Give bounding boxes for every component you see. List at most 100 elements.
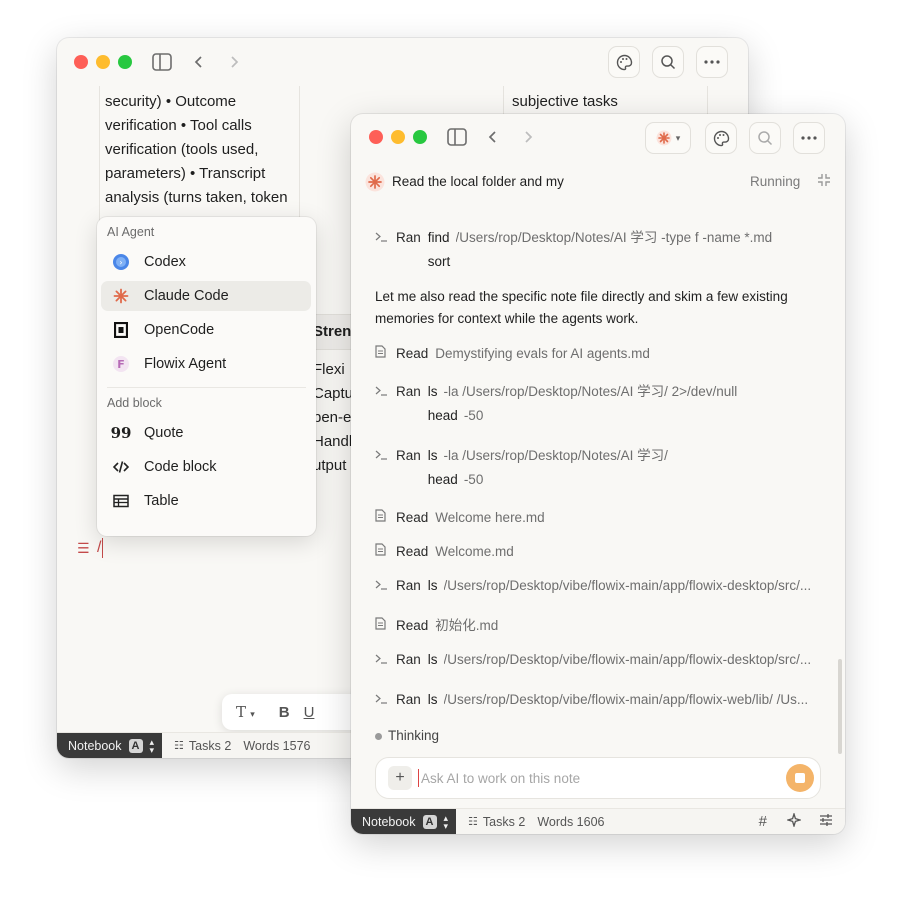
ran-step[interactable]: Ransort (375, 250, 821, 274)
sidebar-toggle-icon[interactable] (446, 126, 468, 148)
minimize-window-button[interactable] (96, 55, 110, 69)
notebook-selector[interactable]: Notebook A ▴ ▾ (57, 732, 163, 758)
ran-step[interactable]: Ran ls -la /Users/rop/Desktop/Notes/AI 学习/ (375, 444, 821, 468)
sparkle-icon[interactable] (785, 811, 803, 830)
claude-icon (111, 286, 131, 306)
step-kind-label: Read (396, 346, 429, 361)
ran-step[interactable]: Ranhead-50 (375, 468, 821, 492)
bold-button[interactable]: B (279, 704, 290, 721)
stop-button[interactable] (786, 764, 814, 792)
underline-button[interactable]: U (304, 704, 315, 721)
ran-step[interactable]: Ran ls/Users/rop/Desktop/vibe/flowix-main… (375, 648, 821, 672)
ran-step[interactable]: Ran ls/Users/rop/Desktop/vibe/flowix-main… (375, 688, 821, 712)
command-name: ls (427, 384, 438, 399)
palette-icon (616, 54, 632, 70)
search-button[interactable] (749, 122, 781, 154)
doc-line: parameters) • Transcript (105, 165, 266, 182)
terminal-icon (375, 574, 389, 598)
menu-item-label: Table (144, 493, 179, 509)
words-count: Words 1606 (537, 814, 605, 829)
palette-button[interactable] (608, 46, 640, 78)
command-args: -50 (463, 408, 484, 423)
chevron-down-icon: ▾ (250, 709, 255, 719)
more-button[interactable] (793, 122, 825, 154)
search-button[interactable] (652, 46, 684, 78)
ran-step[interactable]: Ranhead-50 (375, 404, 821, 428)
codex-icon: › (111, 252, 131, 272)
sliders-icon[interactable] (819, 813, 833, 830)
zoom-window-button[interactable] (118, 55, 132, 69)
back-titlebar (57, 38, 748, 86)
file-name: Welcome here.md (435, 510, 545, 525)
add-attachment-button[interactable]: + (388, 766, 412, 790)
menu-item-claude-code[interactable]: Claude Code (101, 281, 311, 311)
close-window-button[interactable] (74, 55, 88, 69)
more-icon (704, 60, 720, 64)
ran-step[interactable]: Ran find/Users/rop/Desktop/Notes/AI 学习 -t… (375, 226, 821, 250)
notebook-selector[interactable]: Notebook A ▴ ▾ (351, 808, 457, 834)
traffic-lights (74, 55, 132, 69)
close-window-button[interactable] (369, 130, 383, 144)
doc-line: security) • Outcome (105, 93, 237, 110)
command-args: -la /Users/rop/Desktop/Notes/AI 学习/ 2>/d… (443, 384, 738, 399)
read-step[interactable]: Read Welcome here.md (375, 506, 821, 530)
step-kind-label: Ran (396, 230, 421, 245)
table-icon (111, 491, 131, 511)
menu-item-table[interactable]: Table (101, 486, 311, 516)
forward-arrow-icon[interactable] (223, 51, 245, 73)
document-icon (375, 342, 389, 366)
step-kind-label: Ran (396, 384, 421, 399)
task-title: Read the local folder and my (392, 174, 564, 189)
minimize-window-button[interactable] (391, 130, 405, 144)
text-style-icon: T (236, 703, 247, 721)
menu-item-label: Claude Code (144, 288, 229, 304)
zoom-window-button[interactable] (413, 130, 427, 144)
tasks-count[interactable]: ☷ Tasks 2 (468, 815, 525, 829)
command-name: head (427, 408, 458, 423)
command-args: /Users/rop/Desktop/vibe/flowix-main/app/… (443, 692, 809, 707)
claude-icon (656, 130, 672, 146)
command-name: find (427, 230, 450, 245)
back-arrow-icon[interactable] (482, 126, 504, 148)
notebook-badge: A (422, 814, 437, 829)
thinking-indicator: Thinking (375, 724, 821, 748)
block-handle-icon[interactable]: ☰ (77, 540, 90, 557)
back-arrow-icon[interactable] (188, 51, 210, 73)
command-args: /Users/rop/Desktop/Notes/AI 学习 -type f -… (455, 230, 773, 245)
words-count: Words 1576 (243, 738, 311, 753)
menu-item-opencode[interactable]: OpenCode (101, 315, 311, 345)
ai-agent-window: ▾ Read the local folder and my Running R… (351, 114, 845, 834)
menu-item-code-block[interactable]: Code block (101, 452, 311, 482)
menu-item-label: Flowix Agent (144, 356, 227, 372)
ask-ai-input[interactable] (418, 769, 786, 787)
menu-item-flowix-agent[interactable]: F Flowix Agent (101, 349, 311, 379)
task-header: Read the local folder and my Running (351, 166, 845, 198)
terminal-icon (375, 688, 389, 712)
read-step[interactable]: Read Welcome.md (375, 540, 821, 564)
opencode-icon (111, 320, 131, 340)
quote-icon: 99 (110, 424, 132, 442)
read-step[interactable]: Read 初始化.md (375, 614, 821, 638)
sidebar-toggle-icon[interactable] (151, 51, 173, 73)
ran-step[interactable]: Ran ls/Users/rop/Desktop/vibe/flowix-main… (375, 574, 821, 598)
text-style-button[interactable]: T ▾ (236, 703, 255, 721)
palette-button[interactable] (705, 122, 737, 154)
ran-step[interactable]: Ran ls -la /Users/rop/Desktop/Notes/AI 学习/… (375, 380, 821, 404)
table-cell-text-right[interactable]: subjective tasks (512, 90, 618, 114)
collapse-icon[interactable] (817, 173, 831, 192)
agent-selector-button[interactable]: ▾ (645, 122, 691, 154)
read-step[interactable]: Read Demystifying evals for AI agents.md (375, 342, 821, 366)
tasks-count[interactable]: ☷ Tasks 2 (174, 739, 231, 753)
scrollbar-thumb[interactable] (838, 659, 842, 754)
menu-item-codex[interactable]: › Codex (101, 247, 311, 277)
document-icon (375, 506, 389, 530)
more-button[interactable] (696, 46, 728, 78)
menu-item-label: Code block (144, 459, 217, 475)
plus-icon: + (395, 769, 405, 786)
forward-arrow-icon[interactable] (517, 126, 539, 148)
hash-icon[interactable]: # (759, 813, 767, 830)
slash-command-text[interactable]: / (97, 538, 104, 558)
table-cell-text[interactable]: security) • Outcome verification • Tool … (105, 90, 288, 210)
menu-item-quote[interactable]: 99 Quote (101, 418, 311, 448)
